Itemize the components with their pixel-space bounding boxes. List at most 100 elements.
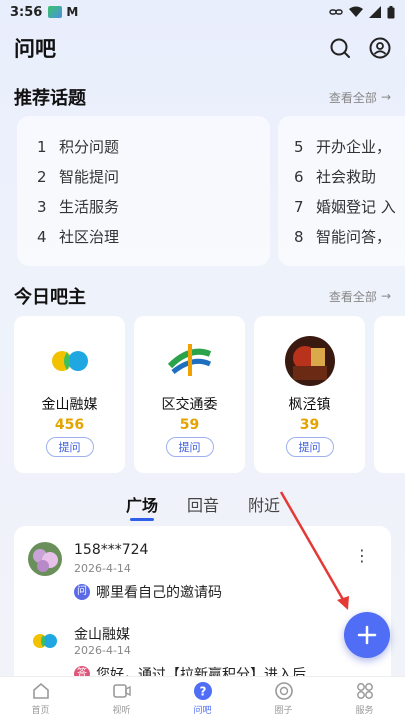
topic-label: 积分问题 — [59, 138, 120, 156]
more-options-icon[interactable]: ⋮ — [354, 546, 370, 565]
nav-service[interactable]: 服务 — [324, 677, 405, 720]
host-card-partial[interactable] — [374, 316, 405, 473]
topic-item[interactable]: 2 智能提问 — [37, 162, 270, 192]
add-post-button[interactable] — [344, 612, 390, 658]
host-card[interactable]: 区交通委 59 提问 — [134, 316, 245, 473]
section-title: 今日吧主 — [14, 287, 86, 308]
signal-icon — [369, 6, 381, 18]
search-icon[interactable] — [329, 37, 351, 59]
ask-button[interactable]: 提问 — [285, 437, 334, 457]
topic-label: 智能问答， — [316, 228, 392, 246]
nav-label: 问吧 — [193, 706, 212, 716]
topic-number: 4 — [37, 228, 47, 246]
nav-video[interactable]: 视听 — [81, 677, 162, 720]
circle-icon — [274, 682, 293, 700]
topic-item[interactable]: 1 积分问题 — [37, 132, 270, 162]
topic-label: 社区治理 — [59, 228, 120, 246]
arrow-right-icon: → — [380, 90, 391, 104]
topic-item[interactable]: 5 开办企业， — [294, 132, 405, 162]
avatar — [28, 624, 62, 658]
avatar — [284, 336, 335, 386]
hosts-header: 今日吧主 查看全部 → — [14, 283, 391, 309]
nav-wenba[interactable]: ? 问吧 — [162, 677, 243, 720]
topic-number: 3 — [37, 198, 47, 216]
host-card[interactable]: 金山融媒 456 提问 — [14, 316, 125, 473]
tab-echo[interactable]: 回音 — [187, 492, 219, 516]
page-title: 问吧 — [14, 37, 56, 61]
hosts-carousel: 金山融媒 456 提问 区交通委 59 提问 枫泾镇 39 提问 — [14, 316, 405, 474]
topic-number: 5 — [294, 138, 304, 156]
list-item[interactable]: 158***724 2026-4-14 问 哪里看自己的邀请码 ⋮ — [28, 542, 378, 612]
topic-label: 智能提问 — [59, 168, 120, 186]
recommended-topics-header: 推荐话题 查看全部 → — [14, 84, 391, 110]
nav-label: 视听 — [112, 706, 131, 716]
nav-circle[interactable]: 圈子 — [243, 677, 324, 720]
topic-label: 婚姻登记 入 — [316, 198, 396, 216]
post-date: 2026-4-14 — [74, 644, 131, 657]
plus-icon — [357, 625, 377, 645]
battery-icon — [387, 5, 395, 18]
host-name: 区交通委 — [161, 397, 218, 413]
view-all-hosts-link[interactable]: 查看全部 → — [329, 288, 391, 305]
nav-label: 圈子 — [274, 706, 293, 716]
feed-list: 158***724 2026-4-14 问 哪里看自己的邀请码 ⋮ 金山融媒 2… — [14, 526, 391, 676]
arrow-right-icon: → — [380, 289, 391, 303]
status-time: 3:56 — [10, 4, 43, 20]
nav-label: 首页 — [31, 706, 50, 716]
topic-number: 2 — [37, 168, 47, 186]
user-profile-icon[interactable] — [369, 37, 391, 59]
question-badge-icon: 问 — [74, 584, 90, 600]
wifi-icon — [349, 6, 363, 17]
topic-label: 社会救助 — [316, 168, 377, 186]
topics-card-2: 5 开办企业， 6 社会救助 7 婚姻登记 入 8 智能问答， — [278, 116, 405, 266]
post-username: 158***724 — [74, 542, 149, 558]
ask-button[interactable]: 提问 — [45, 437, 94, 457]
topic-label: 生活服务 — [59, 198, 120, 216]
topic-label: 开办企业， — [316, 138, 392, 156]
avatar — [28, 542, 62, 576]
answer-text: 您好，通过【拉新赢积分】进入后 — [96, 667, 306, 676]
app-bar: 问吧 — [0, 28, 405, 68]
nav-home[interactable]: 首页 — [0, 677, 81, 720]
host-name: 枫泾镇 — [288, 397, 331, 413]
topic-item[interactable]: 4 社区治理 — [37, 222, 270, 252]
topic-number: 8 — [294, 228, 304, 246]
topic-item[interactable]: 3 生活服务 — [37, 192, 270, 222]
view-all-topics-link[interactable]: 查看全部 → — [329, 89, 391, 106]
status-bar: 3:56 M — [0, 0, 405, 24]
avatar — [164, 336, 215, 386]
link-icon — [329, 9, 343, 15]
bottom-nav: 首页 视听 ? 问吧 圈子 服务 — [0, 676, 405, 720]
tab-square[interactable]: 广场 — [126, 492, 158, 521]
view-all-label: 查看全部 — [328, 90, 377, 105]
section-title: 推荐话题 — [14, 88, 86, 109]
feed-tabs: 广场 回音 附近 — [0, 492, 405, 521]
post-date: 2026-4-14 — [74, 562, 131, 575]
video-icon — [112, 684, 131, 698]
topic-number: 7 — [294, 198, 304, 216]
topic-item[interactable]: 6 社会救助 — [294, 162, 405, 192]
ask-button[interactable]: 提问 — [165, 437, 214, 457]
topic-number: 6 — [294, 168, 304, 186]
mail-icon: M — [66, 5, 79, 19]
topic-item[interactable]: 7 婚姻登记 入 — [294, 192, 405, 222]
answer-badge-icon: 答 — [74, 666, 90, 676]
view-all-label: 查看全部 — [328, 289, 377, 304]
svg-text:?: ? — [199, 685, 206, 699]
question-icon: ? — [193, 682, 212, 700]
question-text: 哪里看自己的邀请码 — [96, 585, 222, 601]
notification-icon — [48, 6, 63, 18]
avatar — [44, 336, 95, 386]
tab-nearby[interactable]: 附近 — [248, 492, 280, 516]
post-question: 问 哪里看自己的邀请码 — [74, 582, 222, 602]
host-card[interactable]: 枫泾镇 39 提问 — [254, 316, 365, 473]
host-name: 金山融媒 — [41, 397, 98, 413]
home-icon — [32, 682, 49, 699]
topic-number: 1 — [37, 138, 47, 156]
topic-item[interactable]: 8 智能问答， — [294, 222, 405, 252]
post-answer: 答 您好，通过【拉新赢积分】进入后 — [74, 664, 306, 676]
post-username: 金山融媒 — [74, 627, 130, 643]
topics-card: 1 积分问题 2 智能提问 3 生活服务 4 社区治理 — [17, 116, 270, 266]
host-score: 456 — [54, 417, 85, 433]
list-item[interactable]: 金山融媒 2026-4-14 答 您好，通过【拉新赢积分】进入后 — [28, 624, 378, 676]
